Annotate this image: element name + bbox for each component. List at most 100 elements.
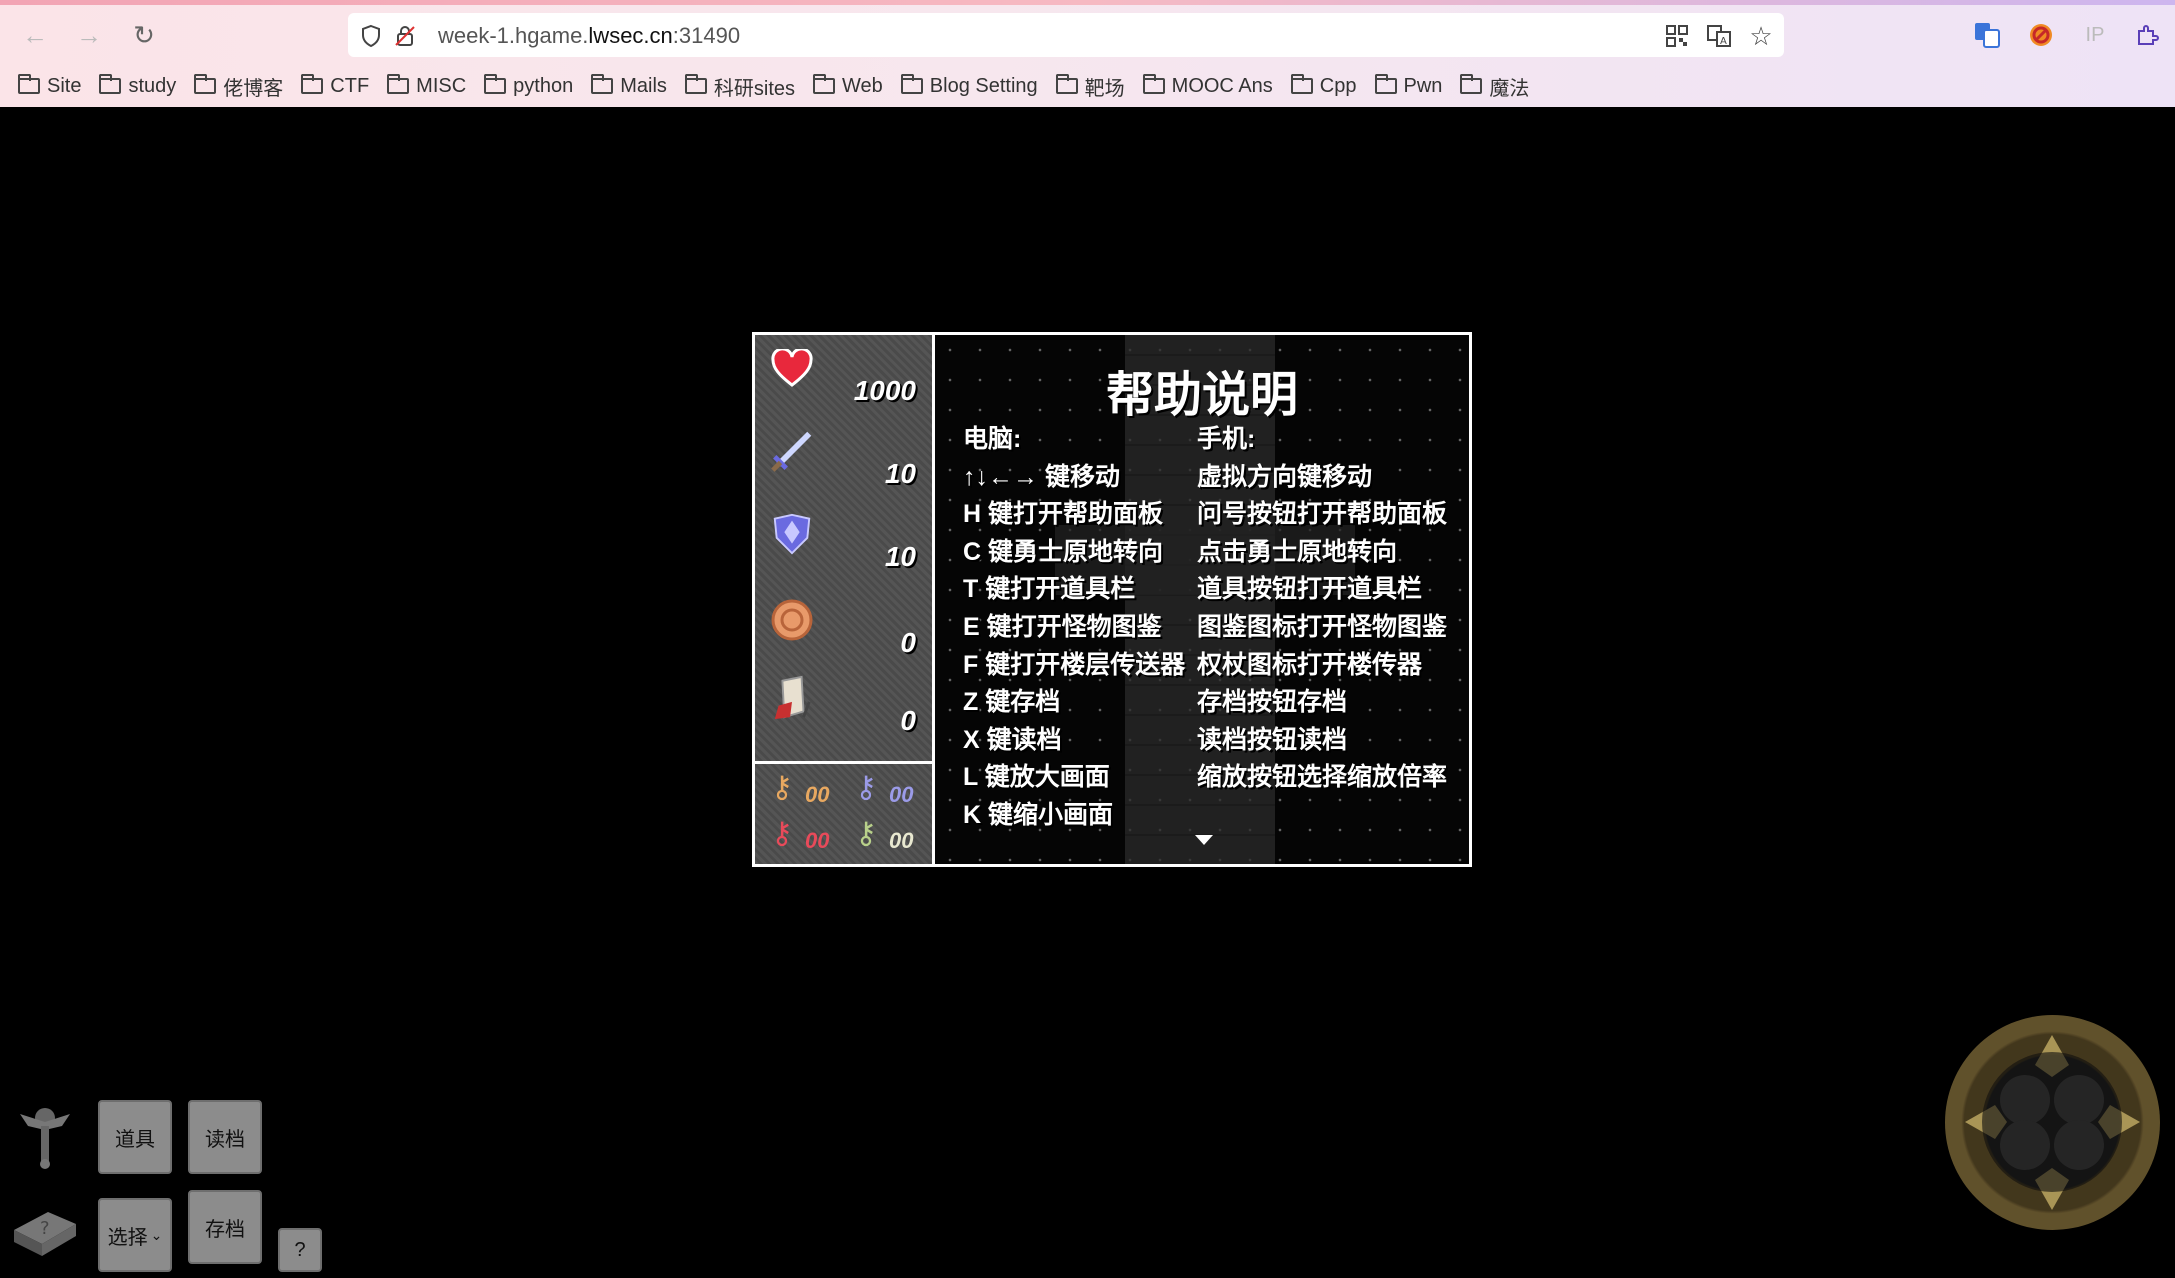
green-key-icon: ⚷ bbox=[855, 817, 877, 850]
extensions-puzzle-icon[interactable] bbox=[2132, 20, 2162, 50]
bookmarks-bar: Site study 佬博客 CTF MISC python Mails 科研s… bbox=[18, 70, 1547, 102]
continue-arrow-icon bbox=[1195, 835, 1213, 845]
help-pc-line: T 键打开道具栏 bbox=[963, 575, 1136, 604]
tab-strip-edge bbox=[0, 0, 2175, 5]
bookmark-folder[interactable]: Web bbox=[813, 74, 883, 98]
help-pc-line: H 键打开帮助面板 bbox=[963, 500, 1164, 529]
bookmark-folder[interactable]: MISC bbox=[387, 74, 467, 98]
defense-stat: 10 bbox=[755, 501, 930, 581]
folder-icon bbox=[813, 74, 836, 94]
bookmark-folder[interactable]: 魔法 bbox=[1460, 72, 1529, 101]
bookmark-folder[interactable]: Blog Setting bbox=[900, 74, 1038, 98]
back-arrow-icon[interactable]: ← bbox=[18, 18, 52, 52]
bookmark-folder[interactable]: Cpp bbox=[1290, 74, 1357, 98]
defense-value: 10 bbox=[884, 541, 916, 572]
bookmark-label: CTF bbox=[330, 74, 370, 97]
help-title: 帮助说明 bbox=[1105, 369, 1298, 422]
folder-icon bbox=[484, 74, 507, 94]
bookmark-folder[interactable]: 靶场 bbox=[1055, 72, 1125, 101]
bookmark-label: Cpp bbox=[1319, 74, 1357, 97]
folder-icon bbox=[591, 74, 614, 94]
blocker-extension-icon[interactable] bbox=[2026, 20, 2056, 50]
gold-value: 0 bbox=[900, 627, 916, 658]
insecure-lock-icon[interactable] bbox=[392, 23, 418, 49]
help-mobile-header: 手机: bbox=[1197, 425, 1256, 453]
help-pc-line: ↑↓←→ 键移动 bbox=[963, 462, 1120, 491]
url-port: :31490 bbox=[672, 23, 741, 48]
monster-book-icon[interactable]: ? bbox=[8, 1190, 80, 1262]
bookmark-folder[interactable]: python bbox=[484, 74, 574, 98]
browser-chrome: ← → ↻ week-1.hgame.lwsec.cn:31490 A ☆ IP… bbox=[0, 0, 2175, 107]
bookmark-folder[interactable]: Mails bbox=[591, 74, 667, 98]
scepter-icon[interactable] bbox=[12, 1100, 78, 1172]
folder-icon bbox=[1374, 74, 1397, 94]
red-key-icon: ⚷ bbox=[771, 817, 793, 850]
bookmark-label: 靶场 bbox=[1084, 77, 1125, 100]
bookmark-label: MISC bbox=[416, 74, 467, 97]
url-host-domain: lwsec.cn bbox=[588, 23, 673, 48]
bookmark-label: Pwn bbox=[1403, 74, 1443, 97]
help-button[interactable]: ? bbox=[278, 1228, 322, 1272]
blue-key-icon: ⚷ bbox=[855, 771, 877, 804]
bookmark-label: Mails bbox=[620, 74, 667, 97]
url-host-prefix: week-1.hgame. bbox=[438, 23, 589, 48]
bookmark-folder[interactable]: MOOC Ans bbox=[1142, 74, 1273, 98]
green-key-count: 00 bbox=[889, 828, 914, 853]
bookmark-label: Site bbox=[47, 74, 82, 97]
folder-icon bbox=[1055, 74, 1078, 94]
scroll-feather-icon bbox=[769, 675, 815, 721]
hp-value: 1000 bbox=[853, 375, 916, 406]
folder-icon bbox=[194, 74, 217, 94]
translate-extension-icon[interactable] bbox=[1972, 20, 2002, 50]
help-pc-line: L 键放大画面 bbox=[963, 763, 1110, 792]
save-button[interactable]: 存档 bbox=[188, 1190, 262, 1264]
forward-arrow-icon[interactable]: → bbox=[72, 18, 106, 52]
items-button[interactable]: 道具 bbox=[98, 1100, 172, 1174]
translate-icon[interactable]: A bbox=[1706, 23, 1732, 49]
reload-icon[interactable]: ↻ bbox=[127, 18, 161, 52]
bookmark-folder[interactable]: 科研sites bbox=[684, 72, 796, 101]
folder-icon bbox=[99, 74, 122, 94]
bookmark-folder[interactable]: Pwn bbox=[1374, 74, 1443, 98]
help-mobile-line: 道具按钮打开道具栏 bbox=[1197, 575, 1423, 604]
help-pc-line: F 键打开楼层传送器 bbox=[963, 650, 1186, 679]
url-text[interactable]: week-1.hgame.lwsec.cn:31490 bbox=[438, 23, 740, 49]
bookmark-label: Web bbox=[842, 74, 883, 97]
gold-stat: 0 bbox=[755, 587, 930, 667]
bookmark-label: python bbox=[513, 74, 574, 97]
help-pc-line: E 键打开怪物图鉴 bbox=[963, 612, 1162, 641]
game-window[interactable]: 1000 10 10 0 0 ⚷ 00 ⚷ 00 ⚷ 00 ⚷ 00 帮助说明 … bbox=[752, 332, 1472, 867]
svg-text:A: A bbox=[1720, 36, 1727, 47]
address-bar[interactable]: week-1.hgame.lwsec.cn:31490 A ☆ bbox=[348, 13, 1784, 57]
ip-extension-icon[interactable]: IP bbox=[2080, 20, 2110, 50]
status-panel: 1000 10 10 0 0 bbox=[755, 335, 935, 764]
star-bookmark-icon[interactable]: ☆ bbox=[1748, 21, 1774, 51]
bookmark-label: 科研sites bbox=[713, 77, 796, 100]
help-pc-line: K 键缩小画面 bbox=[963, 800, 1114, 829]
load-button[interactable]: 读档 bbox=[188, 1100, 262, 1174]
zoom-select[interactable]: 选择 ⌄ bbox=[98, 1198, 172, 1272]
sword-icon bbox=[769, 428, 815, 474]
qr-code-icon[interactable] bbox=[1664, 23, 1690, 49]
virtual-dpad[interactable] bbox=[1945, 1015, 2160, 1230]
heart-icon bbox=[769, 345, 815, 391]
help-mobile-line: 存档按钮存档 bbox=[1197, 688, 1348, 717]
red-key: ⚷ 00 bbox=[761, 814, 841, 854]
bookmark-folder[interactable]: Site bbox=[18, 74, 82, 98]
shield-icon[interactable] bbox=[358, 23, 384, 49]
blue-key: ⚷ 00 bbox=[845, 768, 925, 808]
yellow-key-icon: ⚷ bbox=[771, 771, 793, 804]
help-pc-line: X 键读档 bbox=[963, 725, 1062, 754]
bookmark-folder[interactable]: study bbox=[99, 74, 176, 98]
key-panel: ⚷ 00 ⚷ 00 ⚷ 00 ⚷ 00 bbox=[755, 764, 935, 864]
experience-value: 0 bbox=[900, 705, 916, 736]
map-area[interactable]: 帮助说明 电脑: ↑↓←→ 键移动 H 键打开帮助面板 C 键勇士原地转向 T … bbox=[935, 335, 1469, 864]
bookmark-folder[interactable]: CTF bbox=[301, 74, 370, 98]
bookmark-folder[interactable]: 佬博客 bbox=[194, 72, 283, 101]
bookmark-label: MOOC Ans bbox=[1171, 74, 1273, 97]
bookmark-label: 佬博客 bbox=[223, 77, 284, 100]
folder-icon bbox=[18, 74, 40, 94]
folder-icon bbox=[387, 74, 410, 94]
attack-value: 10 bbox=[884, 458, 916, 489]
yellow-key: ⚷ 00 bbox=[761, 768, 841, 808]
